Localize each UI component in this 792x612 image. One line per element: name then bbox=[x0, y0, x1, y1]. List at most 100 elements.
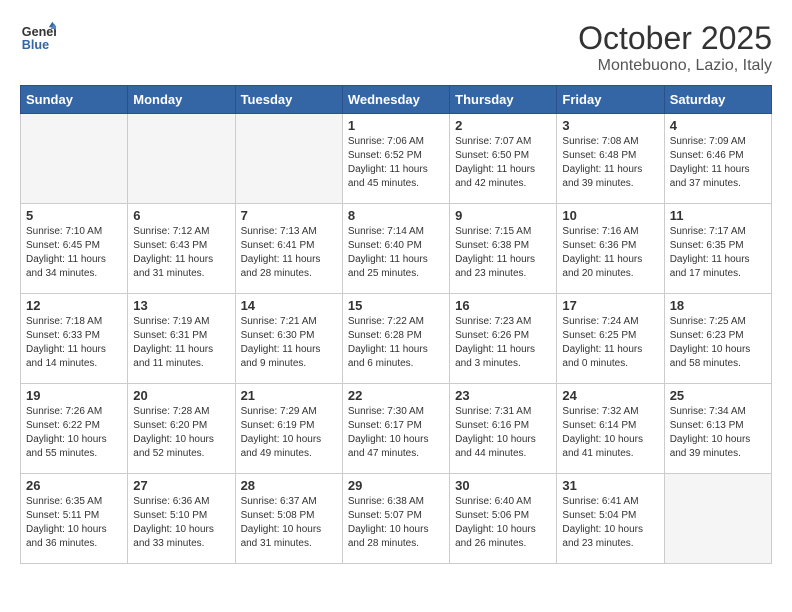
day-cell: 9 Sunrise: 7:15 AM Sunset: 6:38 PM Daylig… bbox=[450, 204, 557, 294]
day-cell: 17 Sunrise: 7:24 AM Sunset: 6:25 PM Dayli… bbox=[557, 294, 664, 384]
day-number: 1 bbox=[348, 118, 444, 133]
day-number: 13 bbox=[133, 298, 229, 313]
location-subtitle: Montebuono, Lazio, Italy bbox=[578, 57, 772, 75]
day-cell: 7 Sunrise: 7:13 AM Sunset: 6:41 PM Daylig… bbox=[235, 204, 342, 294]
day-number: 27 bbox=[133, 478, 229, 493]
logo-icon: General Blue bbox=[20, 20, 56, 56]
title-block: October 2025 Montebuono, Lazio, Italy bbox=[578, 20, 772, 75]
day-number: 21 bbox=[241, 388, 337, 403]
day-cell bbox=[128, 114, 235, 204]
header-row: SundayMondayTuesdayWednesdayThursdayFrid… bbox=[21, 86, 772, 114]
day-cell: 11 Sunrise: 7:17 AM Sunset: 6:35 PM Dayli… bbox=[664, 204, 771, 294]
day-number: 2 bbox=[455, 118, 551, 133]
day-number: 14 bbox=[241, 298, 337, 313]
day-info: Sunrise: 7:14 AM Sunset: 6:40 PM Dayligh… bbox=[348, 225, 444, 281]
day-cell: 15 Sunrise: 7:22 AM Sunset: 6:28 PM Dayli… bbox=[342, 294, 449, 384]
week-row-1: 1 Sunrise: 7:06 AM Sunset: 6:52 PM Daylig… bbox=[21, 114, 772, 204]
day-number: 24 bbox=[562, 388, 658, 403]
day-info: Sunrise: 7:10 AM Sunset: 6:45 PM Dayligh… bbox=[26, 225, 122, 281]
day-cell: 19 Sunrise: 7:26 AM Sunset: 6:22 PM Dayli… bbox=[21, 384, 128, 474]
day-info: Sunrise: 7:22 AM Sunset: 6:28 PM Dayligh… bbox=[348, 315, 444, 371]
day-info: Sunrise: 7:21 AM Sunset: 6:30 PM Dayligh… bbox=[241, 315, 337, 371]
day-cell: 16 Sunrise: 7:23 AM Sunset: 6:26 PM Dayli… bbox=[450, 294, 557, 384]
day-number: 19 bbox=[26, 388, 122, 403]
day-cell: 29 Sunrise: 6:38 AM Sunset: 5:07 PM Dayli… bbox=[342, 474, 449, 564]
week-row-5: 26Sunrise: 6:35 AM Sunset: 5:11 PM Dayli… bbox=[21, 474, 772, 564]
day-info: Sunrise: 6:36 AM Sunset: 5:10 PM Dayligh… bbox=[133, 495, 229, 551]
day-info: Sunrise: 7:17 AM Sunset: 6:35 PM Dayligh… bbox=[670, 225, 766, 281]
day-number: 8 bbox=[348, 208, 444, 223]
day-info: Sunrise: 7:32 AM Sunset: 6:14 PM Dayligh… bbox=[562, 405, 658, 461]
day-number: 15 bbox=[348, 298, 444, 313]
day-number: 20 bbox=[133, 388, 229, 403]
day-info: Sunrise: 6:40 AM Sunset: 5:06 PM Dayligh… bbox=[455, 495, 551, 551]
day-number: 17 bbox=[562, 298, 658, 313]
day-info: Sunrise: 7:18 AM Sunset: 6:33 PM Dayligh… bbox=[26, 315, 122, 371]
day-number: 7 bbox=[241, 208, 337, 223]
week-row-2: 5 Sunrise: 7:10 AM Sunset: 6:45 PM Daylig… bbox=[21, 204, 772, 294]
day-number: 26 bbox=[26, 478, 122, 493]
day-cell: 21 Sunrise: 7:29 AM Sunset: 6:19 PM Dayli… bbox=[235, 384, 342, 474]
day-number: 16 bbox=[455, 298, 551, 313]
day-number: 4 bbox=[670, 118, 766, 133]
day-cell: 2Sunrise: 7:07 AM Sunset: 6:50 PM Daylig… bbox=[450, 114, 557, 204]
day-cell: 24 Sunrise: 7:32 AM Sunset: 6:14 PM Dayli… bbox=[557, 384, 664, 474]
day-cell: 20 Sunrise: 7:28 AM Sunset: 6:20 PM Dayli… bbox=[128, 384, 235, 474]
day-cell: 4 Sunrise: 7:09 AM Sunset: 6:46 PM Daylig… bbox=[664, 114, 771, 204]
day-cell: 22 Sunrise: 7:30 AM Sunset: 6:17 PM Dayli… bbox=[342, 384, 449, 474]
day-info: Sunrise: 6:37 AM Sunset: 5:08 PM Dayligh… bbox=[241, 495, 337, 551]
day-number: 11 bbox=[670, 208, 766, 223]
day-info: Sunrise: 7:19 AM Sunset: 6:31 PM Dayligh… bbox=[133, 315, 229, 371]
day-cell: 30 Sunrise: 6:40 AM Sunset: 5:06 PM Dayli… bbox=[450, 474, 557, 564]
day-number: 22 bbox=[348, 388, 444, 403]
page-header: General Blue October 2025 Montebuono, La… bbox=[20, 20, 772, 75]
day-number: 30 bbox=[455, 478, 551, 493]
day-info: Sunrise: 7:13 AM Sunset: 6:41 PM Dayligh… bbox=[241, 225, 337, 281]
col-header-wednesday: Wednesday bbox=[342, 86, 449, 114]
day-number: 6 bbox=[133, 208, 229, 223]
day-info: Sunrise: 6:41 AM Sunset: 5:04 PM Dayligh… bbox=[562, 495, 658, 551]
day-info: Sunrise: 7:16 AM Sunset: 6:36 PM Dayligh… bbox=[562, 225, 658, 281]
col-header-tuesday: Tuesday bbox=[235, 86, 342, 114]
svg-text:Blue: Blue bbox=[22, 38, 49, 52]
day-number: 23 bbox=[455, 388, 551, 403]
day-cell: 13 Sunrise: 7:19 AM Sunset: 6:31 PM Dayli… bbox=[128, 294, 235, 384]
day-number: 10 bbox=[562, 208, 658, 223]
day-info: Sunrise: 6:38 AM Sunset: 5:07 PM Dayligh… bbox=[348, 495, 444, 551]
day-cell: 3 Sunrise: 7:08 AM Sunset: 6:48 PM Daylig… bbox=[557, 114, 664, 204]
day-info: Sunrise: 7:26 AM Sunset: 6:22 PM Dayligh… bbox=[26, 405, 122, 461]
day-info: Sunrise: 7:06 AM Sunset: 6:52 PM Dayligh… bbox=[348, 135, 444, 191]
day-cell: 14 Sunrise: 7:21 AM Sunset: 6:30 PM Dayli… bbox=[235, 294, 342, 384]
day-cell: 12 Sunrise: 7:18 AM Sunset: 6:33 PM Dayli… bbox=[21, 294, 128, 384]
day-info: Sunrise: 7:15 AM Sunset: 6:38 PM Dayligh… bbox=[455, 225, 551, 281]
day-info: Sunrise: 7:23 AM Sunset: 6:26 PM Dayligh… bbox=[455, 315, 551, 371]
day-number: 9 bbox=[455, 208, 551, 223]
day-cell: 8 Sunrise: 7:14 AM Sunset: 6:40 PM Daylig… bbox=[342, 204, 449, 294]
day-number: 29 bbox=[348, 478, 444, 493]
day-cell bbox=[21, 114, 128, 204]
col-header-saturday: Saturday bbox=[664, 86, 771, 114]
day-number: 5 bbox=[26, 208, 122, 223]
day-cell: 18Sunrise: 7:25 AM Sunset: 6:23 PM Dayli… bbox=[664, 294, 771, 384]
col-header-monday: Monday bbox=[128, 86, 235, 114]
col-header-friday: Friday bbox=[557, 86, 664, 114]
day-info: Sunrise: 7:09 AM Sunset: 6:46 PM Dayligh… bbox=[670, 135, 766, 191]
day-number: 12 bbox=[26, 298, 122, 313]
day-number: 28 bbox=[241, 478, 337, 493]
calendar-table: SundayMondayTuesdayWednesdayThursdayFrid… bbox=[20, 85, 772, 564]
day-cell: 26Sunrise: 6:35 AM Sunset: 5:11 PM Dayli… bbox=[21, 474, 128, 564]
day-info: Sunrise: 7:25 AM Sunset: 6:23 PM Dayligh… bbox=[670, 315, 766, 371]
day-cell: 31Sunrise: 6:41 AM Sunset: 5:04 PM Dayli… bbox=[557, 474, 664, 564]
day-cell: 28 Sunrise: 6:37 AM Sunset: 5:08 PM Dayli… bbox=[235, 474, 342, 564]
day-cell: 27 Sunrise: 6:36 AM Sunset: 5:10 PM Dayli… bbox=[128, 474, 235, 564]
day-info: Sunrise: 7:28 AM Sunset: 6:20 PM Dayligh… bbox=[133, 405, 229, 461]
day-number: 3 bbox=[562, 118, 658, 133]
day-info: Sunrise: 7:30 AM Sunset: 6:17 PM Dayligh… bbox=[348, 405, 444, 461]
day-cell: 5 Sunrise: 7:10 AM Sunset: 6:45 PM Daylig… bbox=[21, 204, 128, 294]
day-cell bbox=[664, 474, 771, 564]
day-info: Sunrise: 7:08 AM Sunset: 6:48 PM Dayligh… bbox=[562, 135, 658, 191]
week-row-4: 19 Sunrise: 7:26 AM Sunset: 6:22 PM Dayli… bbox=[21, 384, 772, 474]
day-info: Sunrise: 7:24 AM Sunset: 6:25 PM Dayligh… bbox=[562, 315, 658, 371]
day-number: 25 bbox=[670, 388, 766, 403]
day-info: Sunrise: 7:29 AM Sunset: 6:19 PM Dayligh… bbox=[241, 405, 337, 461]
